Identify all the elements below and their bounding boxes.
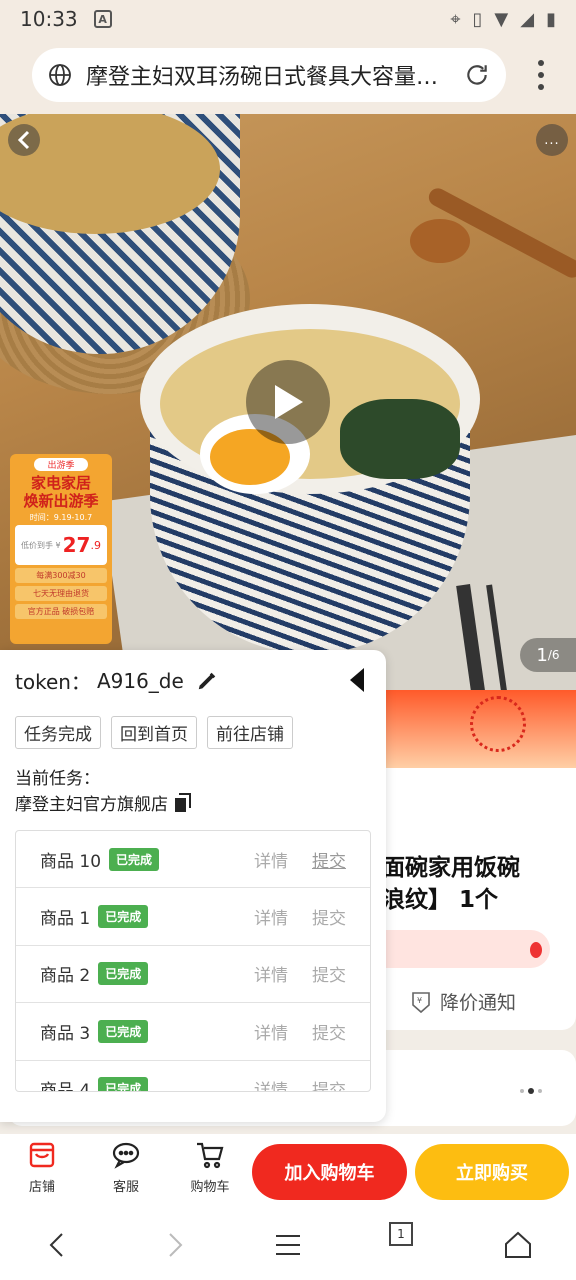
- status-badge: 已完成: [109, 847, 160, 871]
- promo-line-2: 七天无理由退货: [15, 586, 107, 601]
- submit-link[interactable]: 提交: [312, 904, 346, 929]
- task-row: 商品 3 已完成 详情 提交: [16, 1003, 370, 1061]
- menu-nav-icon[interactable]: [273, 1230, 303, 1260]
- cart-button[interactable]: 购物车: [180, 1140, 240, 1195]
- panel-actions: 任务完成 回到首页 前往店铺: [15, 716, 293, 749]
- detail-link[interactable]: 详情: [254, 904, 288, 929]
- status-icons: ⌖ ▯ ▼ ◢ ▮: [450, 9, 556, 30]
- task-complete-button[interactable]: 任务完成: [15, 716, 101, 749]
- task-name: 商品 4: [40, 1081, 91, 1092]
- submit-link[interactable]: 提交: [312, 847, 346, 872]
- add-to-cart-button[interactable]: 加入购物车: [252, 1144, 407, 1200]
- chat-icon: [112, 1142, 140, 1169]
- customer-service-button[interactable]: 客服: [96, 1140, 156, 1195]
- status-time: 10:33: [20, 7, 78, 31]
- cart-icon: [197, 1142, 224, 1169]
- task-list: 商品 10 已完成 详情 提交 商品 1 已完成 详情 提交 商品 2 已完成 …: [15, 830, 371, 1092]
- promo-line-3: 官方正品 破损包赔: [15, 604, 107, 619]
- promo-tag: 出游季: [34, 458, 88, 471]
- browser-menu-button[interactable]: [536, 60, 546, 90]
- task-row: 商品 2 已完成 详情 提交: [16, 946, 370, 1004]
- bottom-action-bar: 店铺 客服 购物车 加入购物车 立即购买: [0, 1134, 576, 1210]
- promo-price: 低价到手 ¥27.9: [15, 525, 107, 565]
- play-video-button[interactable]: [246, 360, 330, 444]
- task-panel: token： A916_de 任务完成 回到首页 前往店铺 当前任务： 摩登主妇…: [0, 650, 386, 1122]
- promo-badge: 出游季 家电家居 焕新出游季 时间：9.19-10.7 低价到手 ¥27.9 每…: [10, 454, 112, 644]
- store-icon: [29, 1142, 55, 1168]
- token-label: token：: [15, 670, 91, 694]
- system-nav-bar: [0, 1210, 576, 1280]
- promo-line-1: 每满300减30: [15, 568, 107, 583]
- back-button[interactable]: [8, 124, 40, 156]
- image-counter: 1/6: [520, 638, 576, 672]
- submit-link[interactable]: 提交: [312, 1076, 346, 1091]
- current-shop: 摩登主妇官方旗舰店: [15, 790, 192, 815]
- globe-icon: [49, 64, 71, 86]
- edit-icon[interactable]: [196, 670, 218, 692]
- location-icon: ⌖: [450, 8, 461, 30]
- firework-icon: [470, 696, 526, 752]
- address-bar[interactable]: 摩登主妇双耳汤碗日式餐具大容量…: [32, 48, 506, 102]
- shop-name: 摩登主妇官方旗舰店: [15, 795, 168, 815]
- signal-icon: ◢: [520, 8, 535, 30]
- forward-nav-icon[interactable]: [160, 1230, 190, 1260]
- detail-link[interactable]: 详情: [254, 1019, 288, 1044]
- token-value: A916_de: [96, 668, 184, 693]
- product-image[interactable]: ... 1/6 出游季 家电家居 焕新出游季 时间：9.19-10.7 低价到手…: [0, 114, 576, 690]
- wifi-icon: ▼: [494, 8, 509, 30]
- carousel-dots: [520, 1088, 542, 1094]
- collapse-panel-icon[interactable]: [348, 666, 366, 694]
- vibrate-icon: ▯: [472, 8, 483, 30]
- battery-icon: ▮: [546, 8, 556, 30]
- play-icon: [275, 385, 303, 419]
- coupon-dot: [530, 942, 542, 958]
- coupon-bar[interactable]: [380, 930, 550, 968]
- tabs-button[interactable]: 1: [389, 1222, 413, 1246]
- submit-link[interactable]: 提交: [312, 961, 346, 986]
- reload-icon[interactable]: [464, 62, 490, 88]
- task-row: 商品 10 已完成 详情 提交: [16, 831, 370, 889]
- price-tag-icon: ¥: [412, 991, 430, 1013]
- page-title: 摩登主妇双耳汤碗日式餐具大容量…: [86, 65, 439, 90]
- go-store-button[interactable]: 前往店铺: [207, 716, 293, 749]
- more-button[interactable]: ...: [536, 124, 568, 156]
- notification-icon: A: [93, 10, 112, 28]
- product-title-line2: 浪纹】 1个: [382, 887, 499, 913]
- promo-date: 时间：9.19-10.7: [29, 513, 93, 522]
- task-row: 商品 4 已完成 详情 提交: [16, 1061, 370, 1092]
- task-name: 商品 1: [40, 909, 91, 930]
- detail-link[interactable]: 详情: [254, 961, 288, 986]
- buy-now-button[interactable]: 立即购买: [415, 1144, 569, 1200]
- promo-title-2: 焕新出游季: [23, 492, 99, 510]
- svg-text:¥: ¥: [417, 996, 422, 1005]
- product-title-line1: 面碗家用饭碗: [382, 855, 520, 881]
- home-nav-icon[interactable]: [503, 1230, 533, 1260]
- submit-link[interactable]: 提交: [312, 1019, 346, 1044]
- status-bar: 10:33 A ⌖ ▯ ▼ ◢ ▮: [0, 0, 576, 38]
- status-badge: 已完成: [98, 1019, 149, 1043]
- current-task-label: 当前任务：: [15, 769, 100, 789]
- back-home-button[interactable]: 回到首页: [111, 716, 197, 749]
- browser-toolbar: 摩登主妇双耳汤碗日式餐具大容量…: [0, 38, 576, 114]
- price-drop-notice[interactable]: ¥ 降价通知: [410, 988, 516, 1015]
- detail-link[interactable]: 详情: [254, 847, 288, 872]
- detail-link[interactable]: 详情: [254, 1076, 288, 1091]
- chevron-left-icon: [17, 130, 30, 150]
- status-badge: 已完成: [98, 962, 149, 986]
- status-badge: 已完成: [98, 905, 149, 929]
- token-row: token： A916_de: [15, 666, 218, 695]
- back-nav-icon[interactable]: [42, 1230, 72, 1260]
- status-badge: 已完成: [98, 1077, 149, 1091]
- copy-icon[interactable]: [174, 792, 192, 813]
- promo-title-1: 家电家居: [30, 474, 91, 492]
- task-name: 商品 3: [40, 1023, 91, 1044]
- store-button[interactable]: 店铺: [12, 1140, 72, 1195]
- task-row: 商品 1 已完成 详情 提交: [16, 888, 370, 946]
- task-name: 商品 10: [40, 851, 102, 872]
- task-name: 商品 2: [40, 966, 91, 987]
